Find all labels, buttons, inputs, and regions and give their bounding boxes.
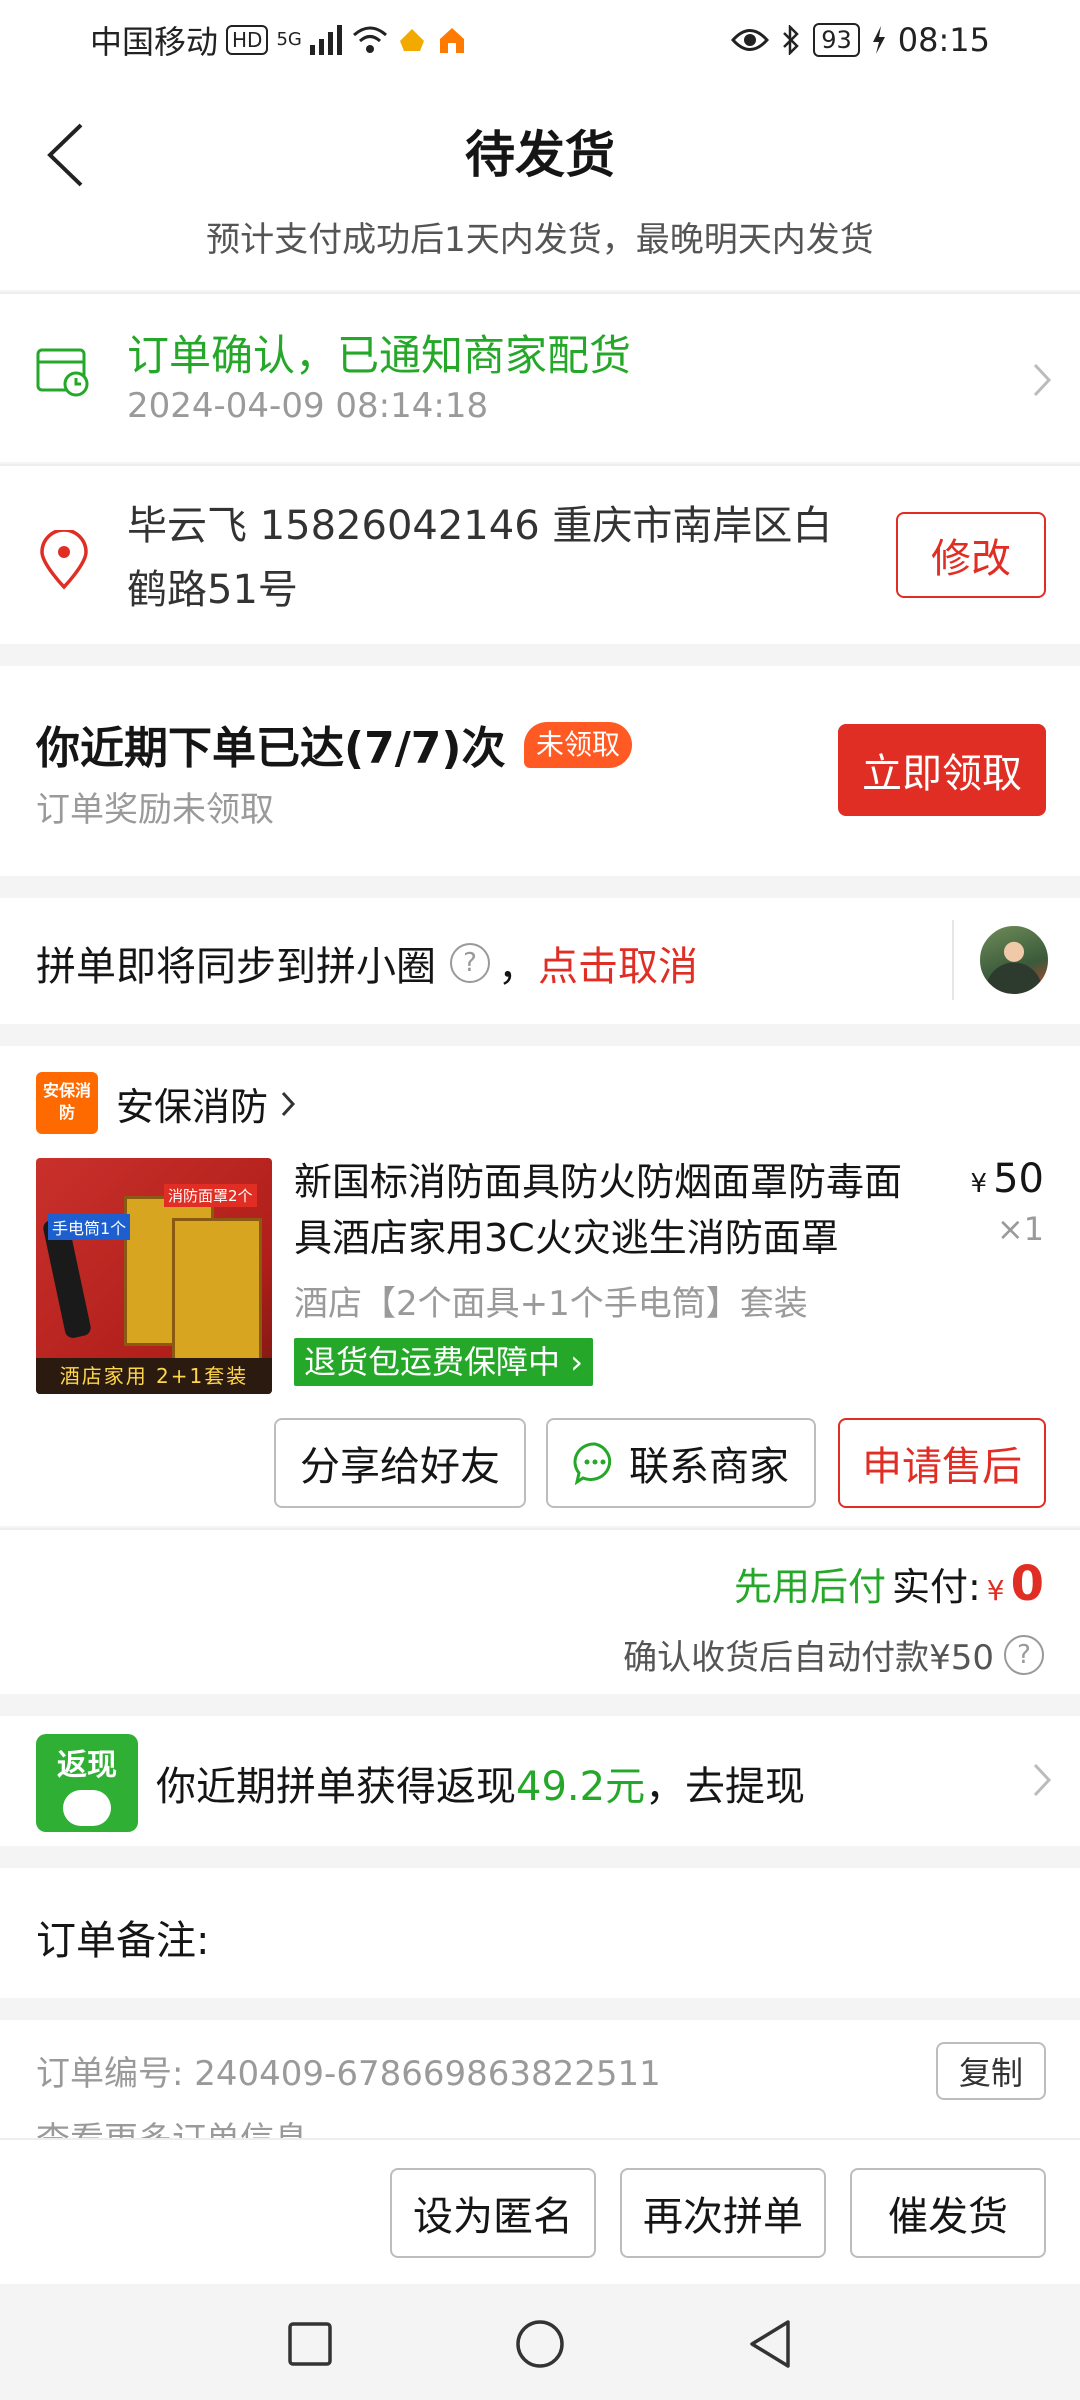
- reward-title: 你近期下单已达(7/7)次: [36, 723, 506, 774]
- product-quantity: ×1: [996, 1210, 1044, 1248]
- nav-back-button[interactable]: [740, 2314, 800, 2374]
- actual-pay-amount: 0: [1010, 1556, 1044, 1612]
- eye-icon: [731, 29, 770, 51]
- order-status-title: 订单确认，已通知商家配货: [127, 331, 632, 380]
- sync-separator: ，: [498, 944, 538, 990]
- address-row: 毕云飞 15826042146 重庆市南岸区白鹤路51号 修改: [0, 464, 1080, 644]
- order-status-time: 2024-04-09 08:14:18: [127, 386, 489, 426]
- shop-name: 安保消防: [116, 1085, 269, 1129]
- signal-icon: [309, 25, 342, 55]
- urge-shipping-button[interactable]: 催发货: [850, 2168, 1046, 2258]
- more-order-info-link[interactable]: 查看更多订单信息 ⌄: [36, 2112, 347, 2140]
- order-status-row[interactable]: 订单确认，已通知商家配货 2024-04-09 08:14:18: [0, 292, 1080, 462]
- after-sales-button[interactable]: 申请售后: [838, 1418, 1046, 1508]
- cashback-suffix: ，去提现: [645, 1764, 806, 1810]
- actual-pay-label: 实付:: [891, 1565, 981, 1609]
- anonymous-button[interactable]: 设为匿名: [390, 2168, 596, 2258]
- order-note-label: 订单备注:: [36, 1918, 210, 1964]
- contact-seller-label: 联系商家: [629, 1444, 789, 1490]
- guarantee-label: 退货包运费保障中: [304, 1343, 561, 1381]
- image-tag-mask: 消防面罩2个: [164, 1184, 257, 1207]
- bottom-action-bar: 设为匿名 再次拼单 催发货: [0, 2138, 1080, 2284]
- cashback-text: 你近期拼单获得返现49.2元，去提现: [156, 1754, 805, 1812]
- charging-icon: [872, 26, 885, 54]
- claim-reward-button[interactable]: 立即领取: [838, 724, 1046, 816]
- sync-text: 拼单即将同步到拼小圈: [36, 944, 436, 990]
- currency-symbol: ¥: [970, 1169, 988, 1199]
- home-app-icon: [439, 28, 464, 53]
- divider: [952, 920, 954, 1000]
- product-title[interactable]: 新国标消防面具防火防烟面罩防毒面具酒店家用3C火灾逃生消防面罩: [294, 1154, 914, 1266]
- system-nav-bar: [0, 2284, 1080, 2400]
- battery-level: 93: [813, 23, 860, 57]
- cashback-amount: 49.2元: [516, 1764, 646, 1810]
- return-shipping-guarantee[interactable]: 退货包运费保障中 ›: [294, 1338, 593, 1386]
- hd-badge: HD: [226, 25, 269, 55]
- help-icon[interactable]: ?: [450, 943, 490, 983]
- reward-subtitle: 订单奖励未领取: [36, 790, 274, 830]
- carrier-name: 中国移动: [90, 23, 219, 61]
- help-icon[interactable]: ?: [1004, 1634, 1044, 1675]
- shop-link[interactable]: 安保消防: [116, 1076, 296, 1131]
- cancel-sync-link[interactable]: 点击取消: [538, 934, 698, 992]
- image-tag-torch: 手电筒1个: [48, 1214, 131, 1240]
- chevron-right-icon: [281, 1091, 296, 1116]
- avatar[interactable]: [978, 924, 1050, 996]
- currency-symbol: ¥: [986, 1574, 1005, 1607]
- sync-circle-row: 拼单即将同步到拼小圈 ? ， 点击取消: [0, 898, 1080, 1024]
- order-clock-icon: [36, 346, 92, 402]
- product-image[interactable]: 手电筒1个 消防面罩2个 酒店家用 2+1套装: [36, 1158, 272, 1394]
- shop-logo[interactable]: 安保消防: [36, 1072, 98, 1134]
- price-value: 50: [993, 1156, 1044, 1202]
- clock: 08:15: [897, 21, 990, 59]
- wifi-icon: [352, 26, 387, 53]
- regroup-button[interactable]: 再次拼单: [620, 2168, 826, 2258]
- auto-pay-note: 确认收货后自动付款¥50: [623, 1638, 994, 1678]
- payment-summary: 先用后付 实付: ¥0 确认收货后自动付款¥50 ?: [0, 1528, 1080, 1694]
- image-footer: 酒店家用 2+1套装: [36, 1358, 272, 1394]
- product-price: ¥50: [971, 1156, 1044, 1202]
- order-note-row[interactable]: 订单备注:: [0, 1868, 1080, 1998]
- product-card: 安保消防 安保消防 手电筒1个 消防面罩2个 酒店家用 2+1套装 新国标消防面…: [0, 1046, 1080, 1526]
- square-icon: [288, 2322, 332, 2366]
- order-info: 订单编号: 240409-678669863822511 复制 查看更多订单信息…: [0, 2020, 1080, 2140]
- home-button[interactable]: [510, 2314, 570, 2374]
- notification-icon: [399, 29, 424, 51]
- triangle-back-icon: [750, 2320, 790, 2368]
- shipping-estimate: 预计支付成功后1天内发货，最晚明天内发货: [206, 220, 874, 260]
- contact-seller-button[interactable]: 联系商家: [546, 1418, 816, 1508]
- chevron-right-icon: [1033, 363, 1052, 397]
- unclaimed-badge: 未领取: [524, 722, 633, 768]
- product-spec: 酒店【2个面具+1个手电筒】套装: [294, 1284, 808, 1324]
- order-number: 订单编号: 240409-678669863822511: [36, 2054, 661, 2094]
- cashback-icon: 返现: [36, 1734, 138, 1832]
- order-reward-card: 你近期下单已达(7/7)次 未领取 订单奖励未领取 立即领取: [0, 666, 1080, 876]
- mask-pack-graphic: [172, 1218, 262, 1368]
- cashback-prefix: 你近期拼单获得返现: [156, 1764, 516, 1810]
- chat-bubble-icon: [63, 1790, 111, 1826]
- chat-icon: [573, 1442, 612, 1485]
- cashback-icon-label: 返现: [57, 1748, 117, 1783]
- status-bar: 中国移动 HD 5G 93 08:15: [0, 0, 1080, 80]
- network-label: 5G: [276, 29, 302, 50]
- page-title: 待发货: [465, 126, 615, 184]
- pay-later-label: 先用后付: [733, 1565, 886, 1609]
- copy-button[interactable]: 复制: [936, 2042, 1046, 2100]
- cashback-row[interactable]: 返现 你近期拼单获得返现49.2元，去提现: [0, 1716, 1080, 1846]
- shipping-address: 毕云飞 15826042146 重庆市南岸区白鹤路51号: [127, 503, 833, 613]
- more-order-info-label: 查看更多订单信息: [36, 2120, 308, 2140]
- location-pin-icon: [38, 528, 90, 594]
- chevron-right-icon: [1033, 1763, 1052, 1797]
- share-button[interactable]: 分享给好友: [274, 1418, 526, 1508]
- circle-icon: [516, 2320, 564, 2368]
- edit-address-button[interactable]: 修改: [896, 512, 1046, 598]
- bluetooth-icon: [783, 25, 800, 55]
- recents-button[interactable]: [280, 2314, 340, 2374]
- page-header: 待发货 预计支付成功后1天内发货，最晚明天内发货: [0, 80, 1080, 290]
